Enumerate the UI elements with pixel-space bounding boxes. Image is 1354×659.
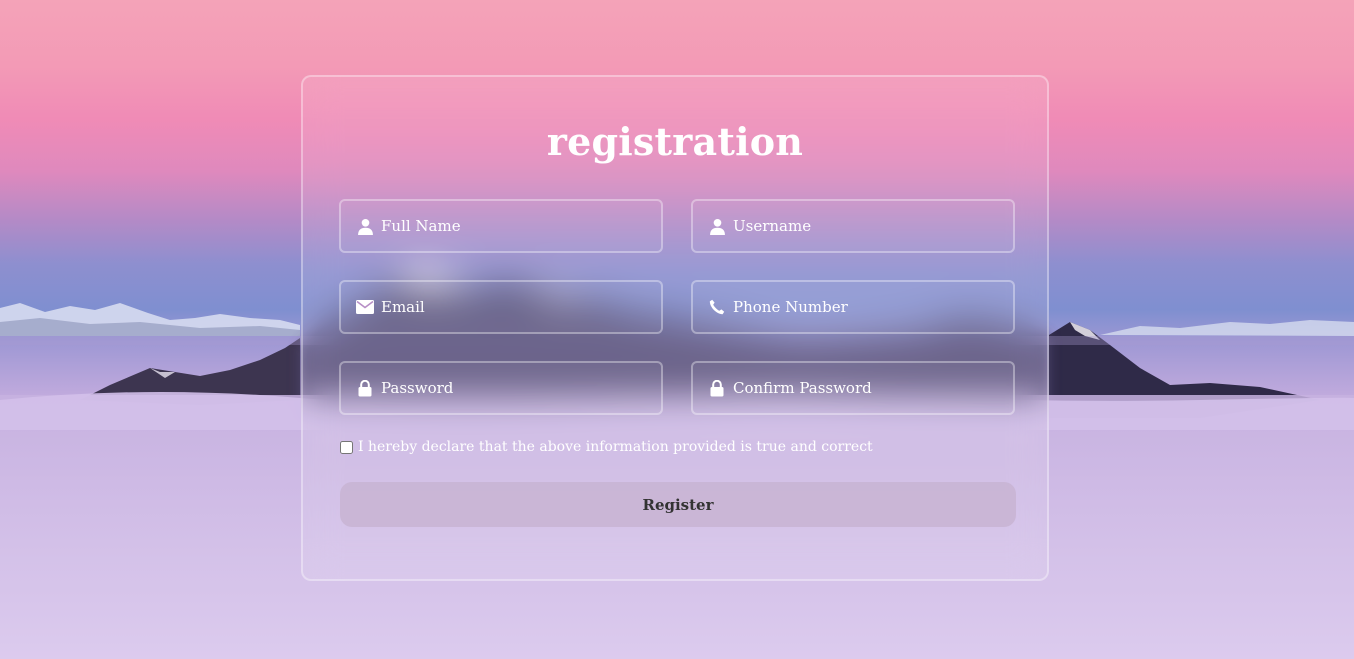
form-title: registration (546, 119, 804, 164)
confirm-password-input[interactable] (733, 368, 1003, 408)
confirm-password-field[interactable] (691, 361, 1015, 415)
declaration-checkbox[interactable] (340, 440, 353, 454)
envelope-icon (355, 297, 375, 317)
background-scene: registration Full Name Username Email Ph… (0, 0, 1354, 659)
email-input[interactable] (381, 287, 651, 327)
user-icon (355, 216, 375, 236)
lock-icon (707, 378, 727, 398)
user-icon (707, 216, 727, 236)
phone-number-input[interactable] (733, 287, 1003, 327)
lock-icon (355, 378, 375, 398)
password-input[interactable] (381, 368, 651, 408)
password-field[interactable] (339, 361, 663, 415)
email-field[interactable] (339, 280, 663, 334)
full-name-field[interactable] (339, 199, 663, 253)
registration-card: registration Full Name Username Email Ph… (301, 75, 1049, 581)
register-button[interactable]: Register (340, 482, 1016, 527)
username-field[interactable] (691, 199, 1015, 253)
declaration-label: I hereby declare that the above informat… (358, 439, 873, 455)
phone-icon (707, 297, 727, 317)
phone-number-field[interactable] (691, 280, 1015, 334)
username-input[interactable] (733, 206, 1003, 246)
full-name-input[interactable] (381, 206, 651, 246)
declaration-row[interactable]: I hereby declare that the above informat… (340, 439, 873, 455)
